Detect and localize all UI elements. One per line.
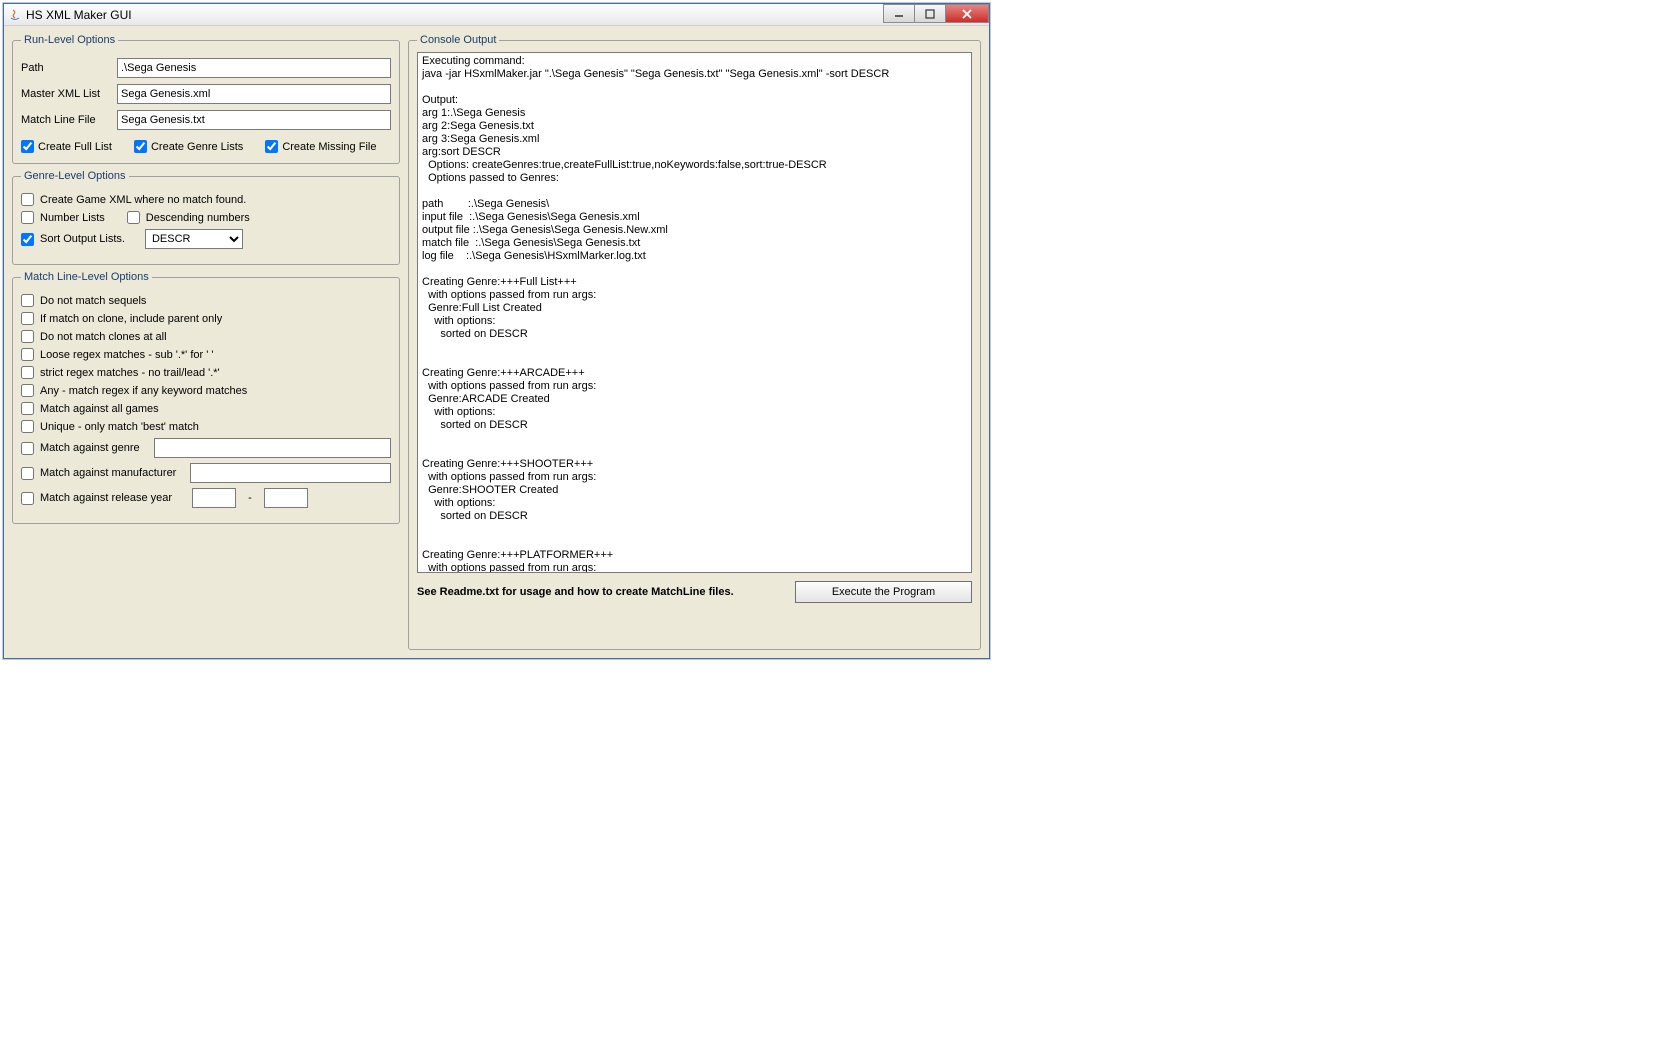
unique-best-checkbox[interactable] bbox=[21, 420, 34, 433]
create-game-xml-label: Create Game XML where no match found. bbox=[40, 194, 246, 206]
right-column: Console Output Executing command: java -… bbox=[408, 34, 981, 650]
strict-regex-label: strict regex matches - no trail/lead '.*… bbox=[40, 367, 220, 379]
match-year-label: Match against release year bbox=[40, 492, 172, 504]
create-full-list-label: Create Full List bbox=[38, 141, 112, 153]
sort-output-checkbox[interactable] bbox=[21, 233, 34, 246]
match-line-level-group: Match Line-Level Options Do not match se… bbox=[12, 271, 400, 524]
no-clones-label: Do not match clones at all bbox=[40, 331, 167, 343]
match-genre-input[interactable] bbox=[154, 438, 391, 458]
create-game-xml-checkbox[interactable] bbox=[21, 193, 34, 206]
console-group: Console Output Executing command: java -… bbox=[408, 34, 981, 650]
any-keyword-label: Any - match regex if any keyword matches bbox=[40, 385, 247, 397]
number-lists-label: Number Lists bbox=[40, 212, 105, 224]
genre-level-group: Genre-Level Options Create Game XML wher… bbox=[12, 170, 400, 265]
sort-output-label: Sort Output Lists. bbox=[40, 233, 125, 245]
create-missing-file-checkbox[interactable] bbox=[265, 140, 278, 153]
clone-parent-checkbox[interactable] bbox=[21, 312, 34, 325]
strict-regex-checkbox[interactable] bbox=[21, 366, 34, 379]
all-games-label: Match against all games bbox=[40, 403, 159, 415]
match-line-label: Match Line File bbox=[21, 114, 117, 126]
run-level-legend: Run-Level Options bbox=[21, 34, 118, 46]
window-title: HS XML Maker GUI bbox=[26, 8, 132, 22]
create-genre-lists-label: Create Genre Lists bbox=[151, 141, 243, 153]
create-missing-file-label: Create Missing File bbox=[282, 141, 376, 153]
clone-parent-label: If match on clone, include parent only bbox=[40, 313, 222, 325]
descending-numbers-checkbox[interactable] bbox=[127, 211, 140, 224]
match-genre-label: Match against genre bbox=[40, 442, 140, 454]
loose-regex-label: Loose regex matches - sub '.*' for ' ' bbox=[40, 349, 213, 361]
path-label: Path bbox=[21, 62, 117, 74]
java-icon bbox=[8, 8, 22, 22]
window-controls bbox=[884, 4, 989, 23]
path-input[interactable] bbox=[117, 58, 391, 78]
unique-best-label: Unique - only match 'best' match bbox=[40, 421, 199, 433]
year-to-input[interactable] bbox=[264, 488, 308, 508]
all-games-checkbox[interactable] bbox=[21, 402, 34, 415]
execute-button[interactable]: Execute the Program bbox=[795, 581, 972, 603]
console-legend: Console Output bbox=[417, 34, 499, 46]
loose-regex-checkbox[interactable] bbox=[21, 348, 34, 361]
create-genre-lists-checkbox[interactable] bbox=[134, 140, 147, 153]
run-level-group: Run-Level Options Path Master XML List M… bbox=[12, 34, 400, 164]
maximize-button[interactable] bbox=[914, 4, 946, 23]
match-line-level-legend: Match Line-Level Options bbox=[21, 271, 152, 283]
app-window: HS XML Maker GUI Run-Level Options Path bbox=[3, 3, 990, 659]
match-manuf-checkbox[interactable] bbox=[21, 467, 34, 480]
console-output[interactable]: Executing command: java -jar HSxmlMaker.… bbox=[417, 52, 972, 573]
no-clones-checkbox[interactable] bbox=[21, 330, 34, 343]
close-button[interactable] bbox=[945, 4, 989, 23]
create-full-list-checkbox[interactable] bbox=[21, 140, 34, 153]
match-genre-checkbox[interactable] bbox=[21, 442, 34, 455]
year-dash: - bbox=[248, 492, 252, 504]
minimize-button[interactable] bbox=[883, 4, 915, 23]
year-from-input[interactable] bbox=[192, 488, 236, 508]
titlebar: HS XML Maker GUI bbox=[4, 4, 989, 26]
descending-numbers-label: Descending numbers bbox=[146, 212, 250, 224]
genre-level-legend: Genre-Level Options bbox=[21, 170, 129, 182]
no-sequels-label: Do not match sequels bbox=[40, 295, 146, 307]
any-keyword-checkbox[interactable] bbox=[21, 384, 34, 397]
match-year-checkbox[interactable] bbox=[21, 492, 34, 505]
match-manuf-label: Match against manufacturer bbox=[40, 467, 176, 479]
left-column: Run-Level Options Path Master XML List M… bbox=[12, 34, 400, 650]
match-manuf-input[interactable] bbox=[190, 463, 391, 483]
sort-order-select[interactable]: DESCR bbox=[145, 229, 243, 249]
number-lists-checkbox[interactable] bbox=[21, 211, 34, 224]
content-area: Run-Level Options Path Master XML List M… bbox=[4, 26, 989, 658]
master-xml-label: Master XML List bbox=[21, 88, 117, 100]
readme-note: See Readme.txt for usage and how to crea… bbox=[417, 586, 734, 598]
master-xml-input[interactable] bbox=[117, 84, 391, 104]
match-line-input[interactable] bbox=[117, 110, 391, 130]
no-sequels-checkbox[interactable] bbox=[21, 294, 34, 307]
